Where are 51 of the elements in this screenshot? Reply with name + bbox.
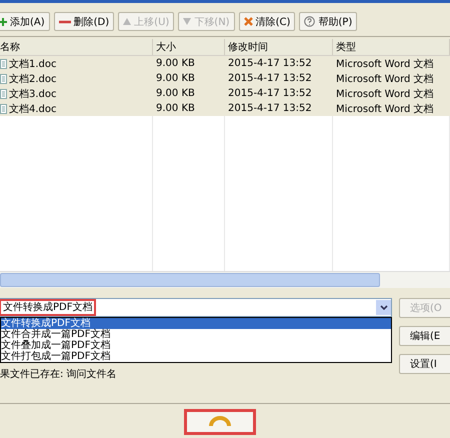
column-header[interactable]: 修改时间 <box>225 39 333 55</box>
dropdown-option[interactable]: 文件叠加成一篇PDF文档 <box>1 340 391 351</box>
side-button[interactable]: 编辑(E <box>399 326 450 346</box>
table-cell: 2015-4-17 13:52 <box>228 73 312 84</box>
mode-dropdown[interactable]: 文件转换成PDF文档 <box>0 298 392 317</box>
dropdown-value: 文件转换成PDF文档 <box>0 299 96 316</box>
plus-icon <box>0 18 7 26</box>
horizontal-scrollbar[interactable] <box>0 271 450 288</box>
start-button[interactable] <box>184 409 256 435</box>
table-cell: 2015-4-17 13:52 <box>228 103 312 114</box>
table-cell-text: Microsoft Word 文档 <box>336 72 434 86</box>
column-header[interactable]: 类型 <box>333 39 450 55</box>
file-row[interactable]: 文档3.doc 9.00 KB 2015-4-17 13:52 Microsoft Word 文档 <box>0 86 450 101</box>
column-header[interactable]: 名称 <box>0 39 153 55</box>
file-row[interactable]: 文档2.doc 9.00 KB 2015-4-17 13:52 Microsoft Word 文档 <box>0 71 450 86</box>
toolbar-button[interactable]: 删除(D) <box>54 12 114 31</box>
table-cell-text: 文档4.doc <box>9 102 57 116</box>
side-button[interactable]: 设置(I <box>399 354 450 374</box>
toolbar-button[interactable]: 清除(C) <box>238 12 296 31</box>
dropdown-option[interactable]: 文件打包成一篇PDF文档 <box>1 351 391 362</box>
table-cell: 9.00 KB <box>156 88 195 99</box>
chevron-down-icon <box>380 304 388 310</box>
table-cell-text: Microsoft Word 文档 <box>336 102 434 116</box>
up-triangle-icon <box>123 18 132 25</box>
down-triangle-icon <box>183 18 192 25</box>
table-cell-text: Microsoft Word 文档 <box>336 88 434 100</box>
table-cell: 9.00 KB <box>156 73 195 84</box>
table-cell: 9.00 KB <box>156 103 195 114</box>
document-icon <box>0 58 7 68</box>
table-cell: 2015-4-17 13:52 <box>228 58 312 69</box>
document-icon <box>0 74 7 84</box>
cross-icon <box>244 17 253 26</box>
table-cell-text: 文档1.doc <box>9 58 57 70</box>
table-cell: 9.00 KB <box>156 58 195 69</box>
document-icon <box>0 88 7 98</box>
toolbar-button[interactable]: 帮助(P) <box>299 12 358 31</box>
file-row[interactable]: 文档4.doc 9.00 KB 2015-4-17 13:52 Microsoft Word 文档 <box>0 101 450 116</box>
file-row[interactable]: 文档1.doc 9.00 KB 2015-4-17 13:52 Microsoft Word 文档 <box>0 56 450 71</box>
table-cell: 2015-4-17 13:52 <box>228 88 312 99</box>
table-cell-text: 文档2.doc <box>9 72 57 86</box>
dropdown-option[interactable]: 文件合并成一篇PDF文档 <box>1 329 391 340</box>
help-icon <box>304 16 316 27</box>
refresh-icon <box>209 416 231 426</box>
document-icon <box>0 104 7 114</box>
scrollbar-thumb[interactable] <box>0 273 380 287</box>
dropdown-option[interactable]: 文件转换成PDF文档 <box>1 318 391 329</box>
column-header[interactable]: 大小 <box>153 39 225 55</box>
table-cell-text: 文档3.doc <box>9 88 57 100</box>
toolbar-button[interactable]: 添加(A) <box>0 12 50 31</box>
status-text: 果文件已存在: 询问文件名 <box>0 368 118 381</box>
table-cell-text: Microsoft Word 文档 <box>336 58 434 70</box>
